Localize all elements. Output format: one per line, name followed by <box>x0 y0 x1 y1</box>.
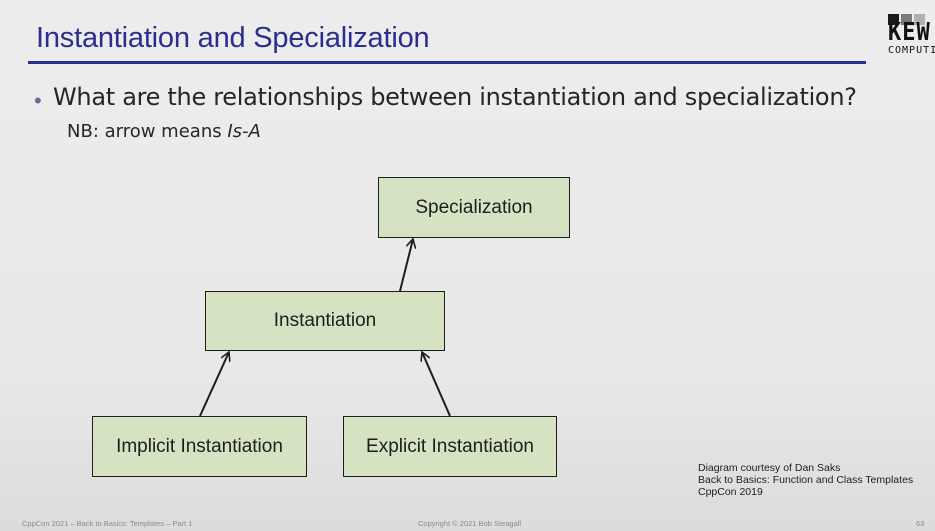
node-specialization: Specialization <box>378 177 570 238</box>
footer-copyright: Copyright © 2021 Bob Steagall <box>418 519 522 528</box>
credit-line: CppCon 2019 <box>698 486 763 498</box>
node-implicit-instantiation: Implicit Instantiation <box>92 416 307 477</box>
footer-page-number: 63 <box>916 519 925 528</box>
diagram-credit: Diagram courtesy of Dan Saks Back to Bas… <box>698 462 913 498</box>
footer-event: CppCon 2021 – Back to Basics: Templates … <box>22 519 193 528</box>
arrow-implicit-to-instantiation <box>199 352 229 417</box>
arrow-explicit-to-instantiation <box>422 352 451 417</box>
credit-line: Back to Basics: Function and Class Templ… <box>698 474 914 486</box>
credit-line: Diagram courtesy of Dan Saks <box>698 462 841 474</box>
node-explicit-instantiation: Explicit Instantiation <box>343 416 557 477</box>
arrow-instantiation-to-specialization <box>399 239 413 292</box>
node-instantiation: Instantiation <box>205 291 445 351</box>
